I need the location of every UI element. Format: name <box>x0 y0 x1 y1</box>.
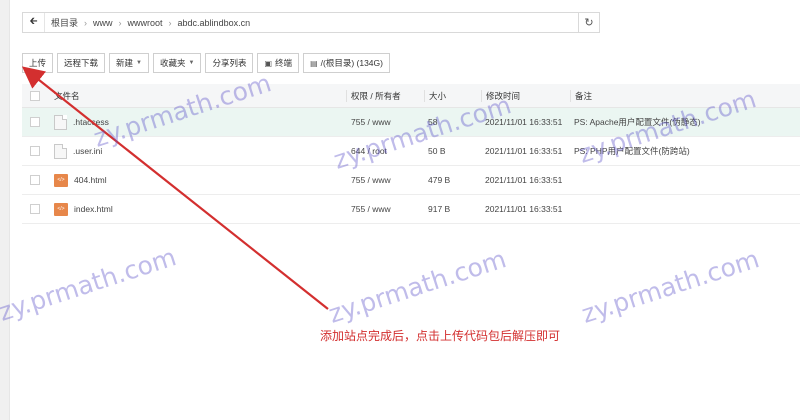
file-time: 2021/11/01 16:33:51 <box>485 204 563 214</box>
select-all-checkbox[interactable] <box>30 90 40 101</box>
file-size: 58 <box>428 117 438 127</box>
file-time: 2021/11/01 16:33:51 <box>485 175 563 185</box>
terminal-button[interactable]: ▣ 终端 <box>257 53 300 73</box>
header-note: 备注 <box>570 89 800 102</box>
text-file-icon <box>54 114 67 130</box>
crumb-root[interactable]: 根目录 <box>45 16 84 29</box>
header-perm[interactable]: 权限 / 所有者 <box>346 89 424 102</box>
header-time[interactable]: 修改时间 <box>481 89 570 102</box>
refresh-button[interactable]: ↻ <box>578 12 600 33</box>
table-row[interactable]: </> 404.html 755 / www 479 B 2021/11/01 1… <box>22 166 800 195</box>
arrow-left-icon: 🡰 <box>29 16 38 27</box>
table-row[interactable]: .user.ini 644 / root 50 B 2021/11/01 16:… <box>22 137 800 166</box>
root-disk-label: /(根目录) (134G) <box>320 58 383 68</box>
file-table: 文件名 权限 / 所有者 大小 修改时间 备注 .htaccess 755 / … <box>22 84 800 224</box>
root-disk-button[interactable]: ▤/(根目录) (134G) <box>303 53 390 73</box>
table-header: 文件名 权限 / 所有者 大小 修改时间 备注 <box>22 84 800 108</box>
watermark: zy.prmath.com <box>578 244 763 329</box>
file-note: PS: PHP用户配置文件(防跨站) <box>574 146 690 156</box>
row-checkbox[interactable] <box>30 117 40 127</box>
row-checkbox[interactable] <box>30 204 40 214</box>
disk-icon: ▤ <box>310 58 318 68</box>
refresh-icon: ↻ <box>584 17 594 29</box>
file-manager: 🡰 根目录 › www › wwwroot › abdc.ablindbox.c… <box>0 0 800 420</box>
share-list-label: 分享列表 <box>212 58 247 68</box>
new-label: 新建 <box>116 58 134 68</box>
new-button[interactable]: 新建 ▼ <box>109 53 149 73</box>
chevron-down-icon: ▼ <box>136 60 142 66</box>
chevron-down-icon: ▼ <box>188 60 195 66</box>
header-name[interactable]: 文件名 <box>48 90 346 102</box>
upload-label: 上传 <box>29 58 47 68</box>
row-checkbox[interactable] <box>30 175 40 185</box>
file-size: 917 B <box>428 204 451 214</box>
file-perm[interactable]: 755 / www <box>346 204 424 214</box>
path-bar[interactable]: 🡰 根目录 › www › wwwroot › abdc.ablindbox.c… <box>22 12 600 33</box>
file-perm[interactable]: 755 / www <box>346 175 424 185</box>
html-file-icon: </> <box>54 202 68 216</box>
terminal-label: 终端 <box>275 58 293 68</box>
header-size[interactable]: 大小 <box>424 89 481 102</box>
file-perm[interactable]: 644 / root <box>346 146 424 156</box>
file-perm[interactable]: 755 / www <box>346 117 424 127</box>
file-name[interactable]: .user.ini <box>73 146 102 156</box>
crumb-wwwroot[interactable]: wwwroot <box>122 18 169 28</box>
file-name[interactable]: index.html <box>74 204 113 214</box>
html-file-icon: </> <box>54 173 68 187</box>
terminal-icon: ▣ <box>264 58 273 68</box>
table-row[interactable]: </> index.html 755 / www 917 B 2021/11/01… <box>22 195 800 224</box>
file-size: 479 B <box>428 175 451 185</box>
favorites-label: 收藏夹 <box>160 58 186 68</box>
file-time: 2021/11/01 16:33:51 <box>485 117 563 127</box>
favorites-button[interactable]: 收藏夹 ▼ <box>153 53 202 73</box>
file-name[interactable]: .htaccess <box>73 117 109 127</box>
file-name[interactable]: 404.html <box>74 175 107 185</box>
watermark: zy.prmath.com <box>325 244 510 329</box>
remote-download-button[interactable]: 远程下载 <box>57 53 106 73</box>
file-size: 50 B <box>428 146 446 156</box>
row-checkbox[interactable] <box>30 146 40 156</box>
share-list-button[interactable]: 分享列表 <box>205 53 254 73</box>
crumb-www[interactable]: www <box>87 18 119 28</box>
remote-download-label: 远程下载 <box>64 58 99 68</box>
table-row[interactable]: .htaccess 755 / www 58 2021/11/01 16:33:… <box>22 108 800 137</box>
left-strip <box>0 0 10 420</box>
breadcrumb: 根目录 › www › wwwroot › abdc.ablindbox.cn <box>45 16 256 29</box>
back-button[interactable]: 🡰 <box>23 13 45 32</box>
text-file-icon <box>54 143 67 159</box>
file-note: PS: Apache用户配置文件(伪静态) <box>574 117 701 127</box>
crumb-site[interactable]: abdc.ablindbox.cn <box>172 18 257 28</box>
toolbar: 上传 远程下载 新建 ▼ 收藏夹 ▼ 分享列表 ▣ 终端 ▤/(根目录) (134G) <box>22 53 390 73</box>
upload-button[interactable]: 上传 <box>22 53 54 73</box>
annotation-text: 添加站点完成后，点击上传代码包后解压即可 <box>320 329 561 343</box>
file-time: 2021/11/01 16:33:51 <box>485 146 563 156</box>
watermark: zy.prmath.com <box>0 242 180 327</box>
